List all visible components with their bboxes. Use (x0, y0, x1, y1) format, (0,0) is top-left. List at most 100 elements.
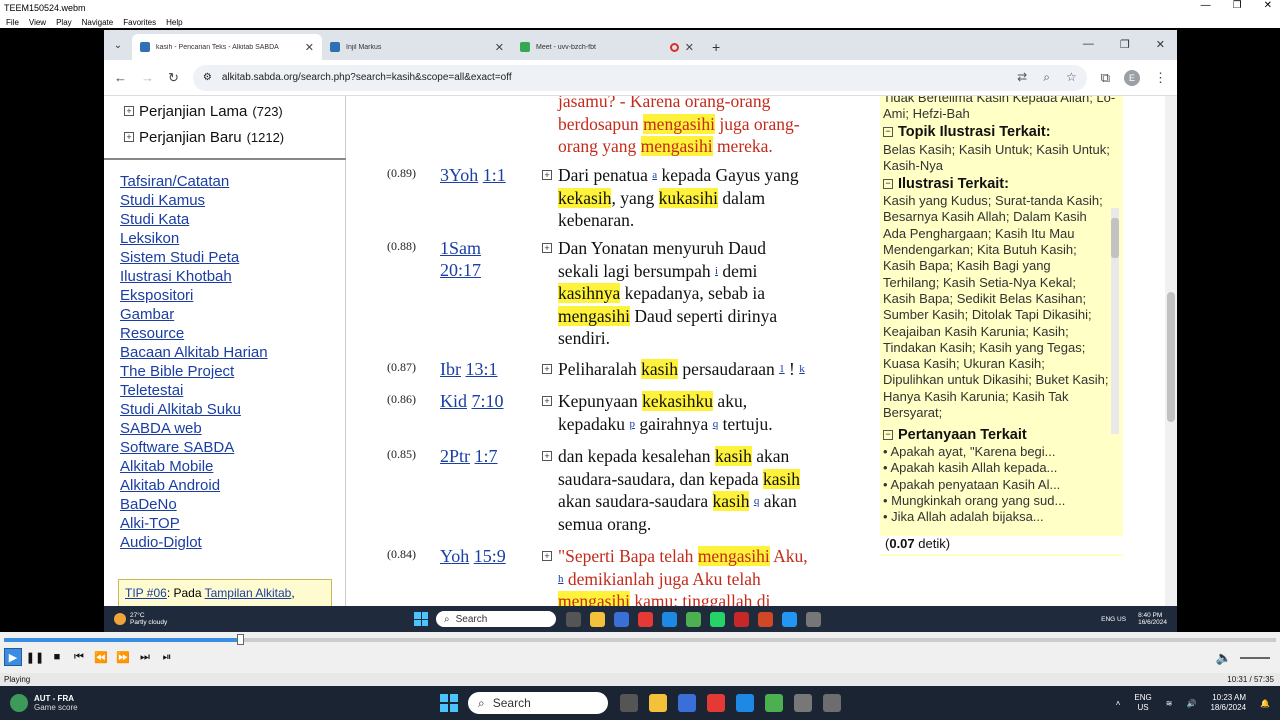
scroll-thumb[interactable] (1111, 218, 1119, 258)
skip-back-icon[interactable]: ⏮ (70, 648, 88, 666)
question-item[interactable]: • Mungkinkah orang yang sud... (880, 493, 1123, 509)
menu-help[interactable]: Help (166, 18, 182, 27)
close-tab-icon[interactable]: ✕ (685, 41, 694, 54)
language-indicator[interactable]: ENG US (1101, 616, 1126, 623)
link-sabda-web[interactable]: SABDA web (120, 419, 268, 438)
verse-reference[interactable]: 3Yoh 1:1 (440, 164, 506, 186)
expand-icon[interactable]: + (542, 396, 552, 406)
help-icon[interactable] (736, 694, 754, 712)
tab-kasih[interactable]: kasih - Pencarian Teks - Alkitab SABDA ✕ (132, 34, 322, 60)
seek-bar[interactable] (4, 634, 1276, 645)
link-alki-top[interactable]: Alki-TOP (120, 514, 268, 533)
lang-indicator[interactable]: ENG US (1134, 693, 1151, 713)
verse-reference[interactable]: 1Sam 20:17 (440, 237, 481, 281)
chapter-verse-link[interactable]: 15:9 (474, 546, 506, 566)
close-tab-icon[interactable]: ✕ (495, 41, 504, 54)
tab-injil-markus[interactable]: Injil Markus ✕ (322, 34, 512, 60)
volume-control[interactable]: 🔈 (1216, 650, 1270, 666)
minimize-icon[interactable]: — (1083, 38, 1094, 51)
question-item[interactable]: • Jika Allah adalah bijaksa... (880, 509, 1123, 525)
chapter-verse-link[interactable]: 1:1 (483, 165, 506, 185)
taskbar-search[interactable]: ⌕ Search (436, 611, 556, 627)
chapter-verse-link[interactable]: 20:17 (440, 260, 481, 280)
expand-icon[interactable]: + (542, 243, 552, 253)
close-tab-icon[interactable]: ✕ (305, 41, 314, 54)
new-tab-icon[interactable]: + (702, 39, 730, 60)
expand-icon[interactable]: + (124, 106, 134, 116)
frame-step-icon[interactable]: ⏯ (158, 648, 176, 666)
ilustrasi-heading[interactable]: − Ilustrasi Terkait: (880, 174, 1123, 193)
link-badeno[interactable]: BaDeNo (120, 495, 268, 514)
file-explorer-icon[interactable] (590, 611, 605, 627)
store-icon[interactable] (678, 694, 696, 712)
topik-links[interactable]: Belas Kasih; Kasih Untuk; Kasih Untuk; K… (880, 142, 1123, 175)
play-icon[interactable]: ▶ (4, 648, 22, 666)
forward-icon[interactable]: → (141, 70, 154, 85)
wifi-icon[interactable]: ≋ (1166, 699, 1173, 708)
link-tafsiran[interactable]: Tafsiran/Catatan (120, 172, 268, 191)
question-item[interactable]: • Apakah kasih Allah kepada... (880, 460, 1123, 476)
tip-link[interactable]: Tampilan Alkitab (205, 586, 292, 600)
link-resource[interactable]: Resource (120, 324, 268, 343)
book-link[interactable]: 2Ptr (440, 446, 470, 466)
minimize-icon[interactable]: — (1201, 0, 1211, 11)
reload-icon[interactable]: ↻ (168, 70, 179, 86)
restore-icon[interactable]: ❐ (1120, 38, 1130, 51)
pause-icon[interactable]: ❚❚ (26, 648, 44, 666)
task-view-icon[interactable] (620, 694, 638, 712)
collapse-icon[interactable]: − (883, 178, 893, 189)
tray-chevron-icon[interactable]: ˄ (1116, 699, 1121, 708)
app-red-icon[interactable] (707, 694, 725, 712)
menu-file[interactable]: File (6, 18, 19, 27)
book-link[interactable]: Kid (440, 391, 467, 411)
chapter-verse-link[interactable]: 13:1 (466, 359, 498, 379)
topik-heading[interactable]: − Topik Ilustrasi Terkait: (880, 123, 1123, 142)
link-studi-alkitab-suku[interactable]: Studi Alkitab Suku (120, 400, 268, 419)
expand-icon[interactable]: + (542, 364, 552, 374)
collapse-icon[interactable]: − (883, 127, 893, 138)
link-teletestai[interactable]: Teletestai (120, 381, 268, 400)
translate-icon[interactable]: ⇄ (1017, 70, 1027, 85)
book-link[interactable]: 3Yoh (440, 165, 478, 185)
book-link[interactable]: 1Sam (440, 238, 481, 258)
question-item[interactable]: • Apakah penyataan Kasih Al... (880, 477, 1123, 493)
link-studi-kata[interactable]: Studi Kata (120, 210, 268, 229)
back-icon[interactable]: ← (114, 70, 127, 85)
close-icon[interactable]: ✕ (1156, 38, 1165, 51)
tab-search-icon[interactable]: ⌄ (104, 30, 132, 60)
menu-navigate[interactable]: Navigate (82, 18, 114, 27)
store-icon[interactable] (614, 611, 629, 627)
fast-forward-icon[interactable]: ⏩ (114, 648, 132, 666)
expand-icon[interactable]: + (542, 170, 552, 180)
link-studi-kamus[interactable]: Studi Kamus (120, 191, 268, 210)
weather-widget[interactable]: 27°C Partly cloudy (114, 612, 414, 626)
app-gear-icon[interactable] (806, 611, 821, 627)
close-icon[interactable]: ✕ (1264, 0, 1272, 11)
link-software-sabda[interactable]: Software SABDA (120, 438, 268, 457)
site-info-icon[interactable]: ⚙ (203, 72, 212, 83)
expand-icon[interactable]: + (124, 132, 134, 142)
tree-perjanjian-baru[interactable]: + Perjanjian Baru (1212) (124, 124, 345, 150)
link-sistem-studi-peta[interactable]: Sistem Studi Peta (120, 248, 268, 267)
tip-label[interactable]: TIP #06 (125, 586, 167, 600)
app-red-icon[interactable] (638, 611, 653, 627)
zoom-icon[interactable]: ⌕ (1043, 70, 1050, 85)
link-bible-project[interactable]: The Bible Project (120, 362, 268, 381)
bookmark-star-icon[interactable]: ☆ (1066, 70, 1077, 85)
verse-reference[interactable]: Kid 7:10 (440, 390, 504, 412)
chapter-verse-link[interactable]: 1:7 (475, 446, 498, 466)
extensions-icon[interactable]: ⧉ (1101, 70, 1110, 86)
task-view-icon[interactable] (566, 611, 581, 627)
clock[interactable]: 8:40 PM 16/6/2024 (1138, 612, 1167, 626)
tree-perjanjian-lama[interactable]: + Perjanjian Lama (723) (124, 98, 345, 124)
app-gear-icon[interactable] (794, 694, 812, 712)
expand-icon[interactable]: + (542, 551, 552, 561)
whatsapp-icon[interactable] (710, 611, 725, 627)
link-leksikon[interactable]: Leksikon (120, 229, 268, 248)
chapter-verse-link[interactable]: 7:10 (472, 391, 504, 411)
stop-icon[interactable]: ■ (48, 648, 66, 666)
maximize-icon[interactable]: ❐ (1233, 0, 1242, 11)
speaker-icon[interactable]: 🔈 (1216, 650, 1232, 666)
media-player-icon[interactable] (823, 694, 841, 712)
pertanyaan-heading[interactable]: − Pertanyaan Terkait (880, 425, 1123, 444)
